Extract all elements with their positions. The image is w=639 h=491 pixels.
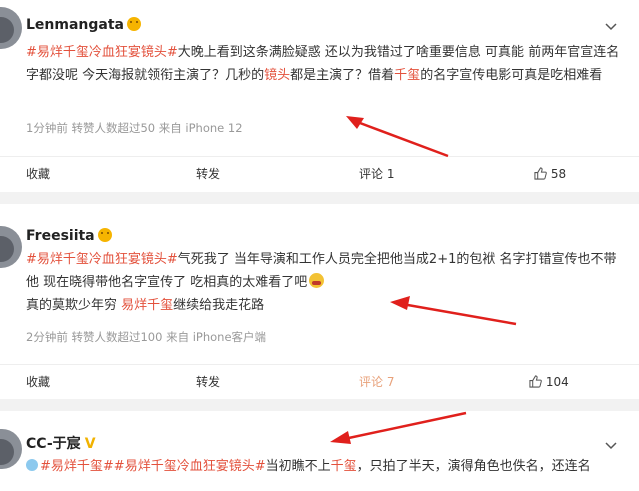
hashtag[interactable]: #易烊千玺冷血狂宴镜头# xyxy=(26,45,178,60)
username[interactable]: CC-于宸 V xyxy=(26,433,96,453)
chevron-down-icon[interactable] xyxy=(605,440,617,452)
hashtag[interactable]: #易烊千玺冷血狂宴镜头# xyxy=(26,252,178,267)
repost-button[interactable]: 转发 xyxy=(196,365,220,399)
username[interactable]: Lenmangata xyxy=(26,17,141,33)
avatar[interactable] xyxy=(0,429,22,469)
post-3: CC-于宸 V #易烊千玺##易烊千玺冷血狂宴镜头#当初瞧不上千玺，只拍了半天，演… xyxy=(0,411,639,491)
emoji-badge-icon xyxy=(97,228,112,242)
post-2: Freesiita #易烊千玺冷血狂宴镜头#气死我了 当年导演和工作人员完全把他… xyxy=(0,204,639,399)
post-text: #易烊千玺冷血狂宴镜头#大晚上看到这条满脸疑惑 还以为我错过了啥重要信息 可真能… xyxy=(26,45,620,83)
post-meta: 1分钟前 转赞人数超过50 来自 iPhone 12 xyxy=(26,121,243,135)
topic-icon xyxy=(26,459,38,471)
chevron-down-icon[interactable] xyxy=(605,21,617,33)
hashtag[interactable]: #易烊千玺# xyxy=(40,459,114,474)
collect-button[interactable]: 收藏 xyxy=(26,365,50,399)
like-button[interactable]: 58 xyxy=(534,157,566,191)
username[interactable]: Freesiita xyxy=(26,228,112,244)
action-bar: 收藏 转发 评论 1 58 xyxy=(0,157,639,191)
crying-face-icon xyxy=(309,273,325,288)
comment-button[interactable]: 评论 1 xyxy=(359,157,394,191)
annotation-arrow xyxy=(346,116,449,158)
collect-button[interactable]: 收藏 xyxy=(26,157,50,191)
feed-gap xyxy=(0,192,639,204)
avatar[interactable] xyxy=(0,7,22,49)
verified-icon: V xyxy=(84,436,96,452)
like-button[interactable]: 104 xyxy=(529,365,569,399)
post-1: Lenmangata #易烊千玺冷血狂宴镜头#大晚上看到这条满脸疑惑 还以为我错… xyxy=(0,0,639,192)
repost-button[interactable]: 转发 xyxy=(196,157,220,191)
emoji-badge-icon xyxy=(127,17,141,31)
thumbs-up-icon xyxy=(529,375,542,388)
thumbs-up-icon xyxy=(534,167,547,180)
comment-button[interactable]: 评论 7 xyxy=(359,365,394,399)
hashtag[interactable]: #易烊千玺冷血狂宴镜头# xyxy=(114,459,266,474)
annotation-arrow xyxy=(330,411,467,444)
post-meta: 2分钟前 转赞人数超过100 来自 iPhone客户端 xyxy=(26,330,267,344)
feed-gap xyxy=(0,399,639,411)
action-bar: 收藏 转发 评论 7 104 xyxy=(0,365,639,399)
post-text: #易烊千玺冷血狂宴镜头#气死我了 当年导演和工作人员完全把他当成2+1的包袱 名… xyxy=(26,252,617,313)
post-text: #易烊千玺##易烊千玺冷血狂宴镜头#当初瞧不上千玺，只拍了半天，演得角色也佚名，… xyxy=(26,455,626,478)
avatar[interactable] xyxy=(0,226,22,268)
